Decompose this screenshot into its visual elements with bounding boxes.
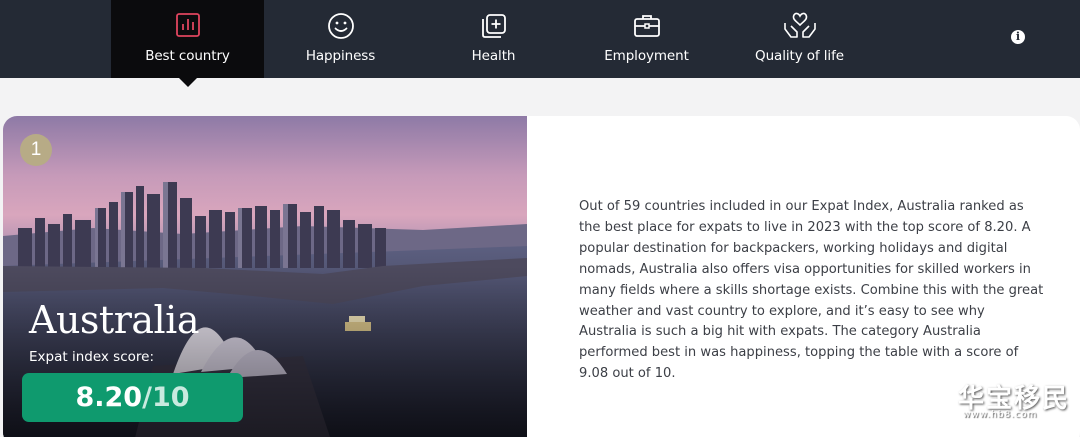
active-tab-caret xyxy=(178,77,198,87)
bar-chart-icon xyxy=(175,13,200,37)
tab-quality-of-life[interactable]: Quality of life xyxy=(723,0,876,78)
rank-badge: 1 xyxy=(20,134,52,166)
country-card: 1 Australia Expat index score: 8.20/10 O… xyxy=(3,116,1080,437)
smiley-icon xyxy=(327,13,354,39)
score-value: 8.20 xyxy=(75,382,143,413)
tab-employment[interactable]: Employment xyxy=(570,0,723,78)
top-navigation: Best country Happiness Health Employment xyxy=(0,0,1080,78)
city-skyline-image: 1 Australia Expat index score: 8.20/10 xyxy=(3,116,527,437)
tab-best-country[interactable]: Best country xyxy=(111,0,264,78)
tab-happiness[interactable]: Happiness xyxy=(264,0,417,78)
score-max: /10 xyxy=(142,382,190,413)
tab-label: Quality of life xyxy=(755,48,844,64)
country-name: Australia xyxy=(29,298,199,342)
tab-label: Best country xyxy=(145,48,230,64)
medical-cross-icon xyxy=(481,14,506,38)
tab-label: Employment xyxy=(604,48,689,64)
hands-heart-icon xyxy=(783,12,816,38)
tab-label: Happiness xyxy=(305,48,376,64)
briefcase-icon xyxy=(633,15,660,37)
watermark-url: www.hb8.com xyxy=(963,410,1038,420)
score-label: Expat index score: xyxy=(29,349,154,365)
tab-label: Health xyxy=(471,48,516,64)
info-icon[interactable]: i xyxy=(1011,30,1025,44)
tab-health[interactable]: Health xyxy=(417,0,570,78)
score-badge: 8.20/10 xyxy=(22,373,243,422)
country-description: Out of 59 countries included in our Expa… xyxy=(579,199,1044,382)
